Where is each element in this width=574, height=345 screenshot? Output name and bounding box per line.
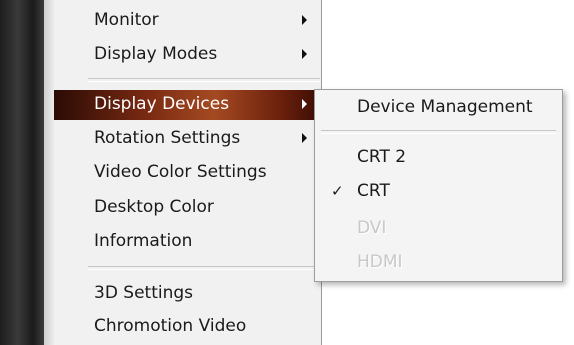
menu-item-video-color-settings[interactable]: Video Color Settings <box>54 158 321 188</box>
menu-item-label: Monitor <box>94 10 159 30</box>
submenu-separator <box>321 130 556 134</box>
menu-item-label: Display Modes <box>94 44 218 64</box>
menu-item-label: Display Devices <box>94 94 230 114</box>
context-menu: Monitor Display Modes Display Devices Ro… <box>54 0 322 345</box>
submenu-arrow-icon <box>302 99 307 109</box>
menu-item-label: Video Color Settings <box>94 162 267 182</box>
submenu-item-crt[interactable]: ✓ CRT <box>315 177 562 207</box>
menu-item-chromotion-video[interactable]: Chromotion Video <box>54 312 321 342</box>
submenu-arrow-icon <box>302 15 307 25</box>
menu-item-desktop-color[interactable]: Desktop Color <box>54 193 321 223</box>
menu-item-label: Information <box>94 231 193 251</box>
menu-item-3d-settings[interactable]: 3D Settings <box>54 279 321 309</box>
menu-item-display-modes[interactable]: Display Modes <box>54 40 321 70</box>
submenu-item-label: CRT 2 <box>357 147 407 167</box>
submenu-item-label: Device Management <box>357 97 533 117</box>
taskbar-edge <box>44 0 54 345</box>
menu-item-information[interactable]: Information <box>54 227 321 257</box>
desktop: Monitor Display Modes Display Devices Ro… <box>0 0 574 345</box>
submenu-item-hdmi: HDMI <box>315 248 562 278</box>
submenu-item-device-management[interactable]: Device Management <box>315 93 562 123</box>
menu-item-monitor[interactable]: Monitor <box>54 6 321 36</box>
submenu-item-label: DVI <box>357 218 387 238</box>
taskbar-strip <box>0 0 44 345</box>
submenu-arrow-icon <box>302 49 307 59</box>
menu-item-rotation-settings[interactable]: Rotation Settings <box>54 124 321 154</box>
menu-separator <box>88 266 320 270</box>
submenu-item-dvi: DVI <box>315 214 562 244</box>
menu-item-label: Desktop Color <box>94 197 214 217</box>
display-devices-submenu: Device Management CRT 2 ✓ CRT DVI HDMI <box>314 89 563 282</box>
submenu-arrow-icon <box>302 133 307 143</box>
menu-item-label: Rotation Settings <box>94 128 241 148</box>
menu-separator <box>88 78 320 82</box>
menu-item-label: 3D Settings <box>94 283 194 303</box>
menu-item-label: Chromotion Video <box>94 316 247 336</box>
submenu-item-crt-2[interactable]: CRT 2 <box>315 143 562 173</box>
checkmark-icon: ✓ <box>331 182 344 200</box>
submenu-item-label: CRT <box>357 181 390 201</box>
menu-item-display-devices[interactable]: Display Devices <box>54 90 321 120</box>
submenu-item-label: HDMI <box>357 252 403 272</box>
